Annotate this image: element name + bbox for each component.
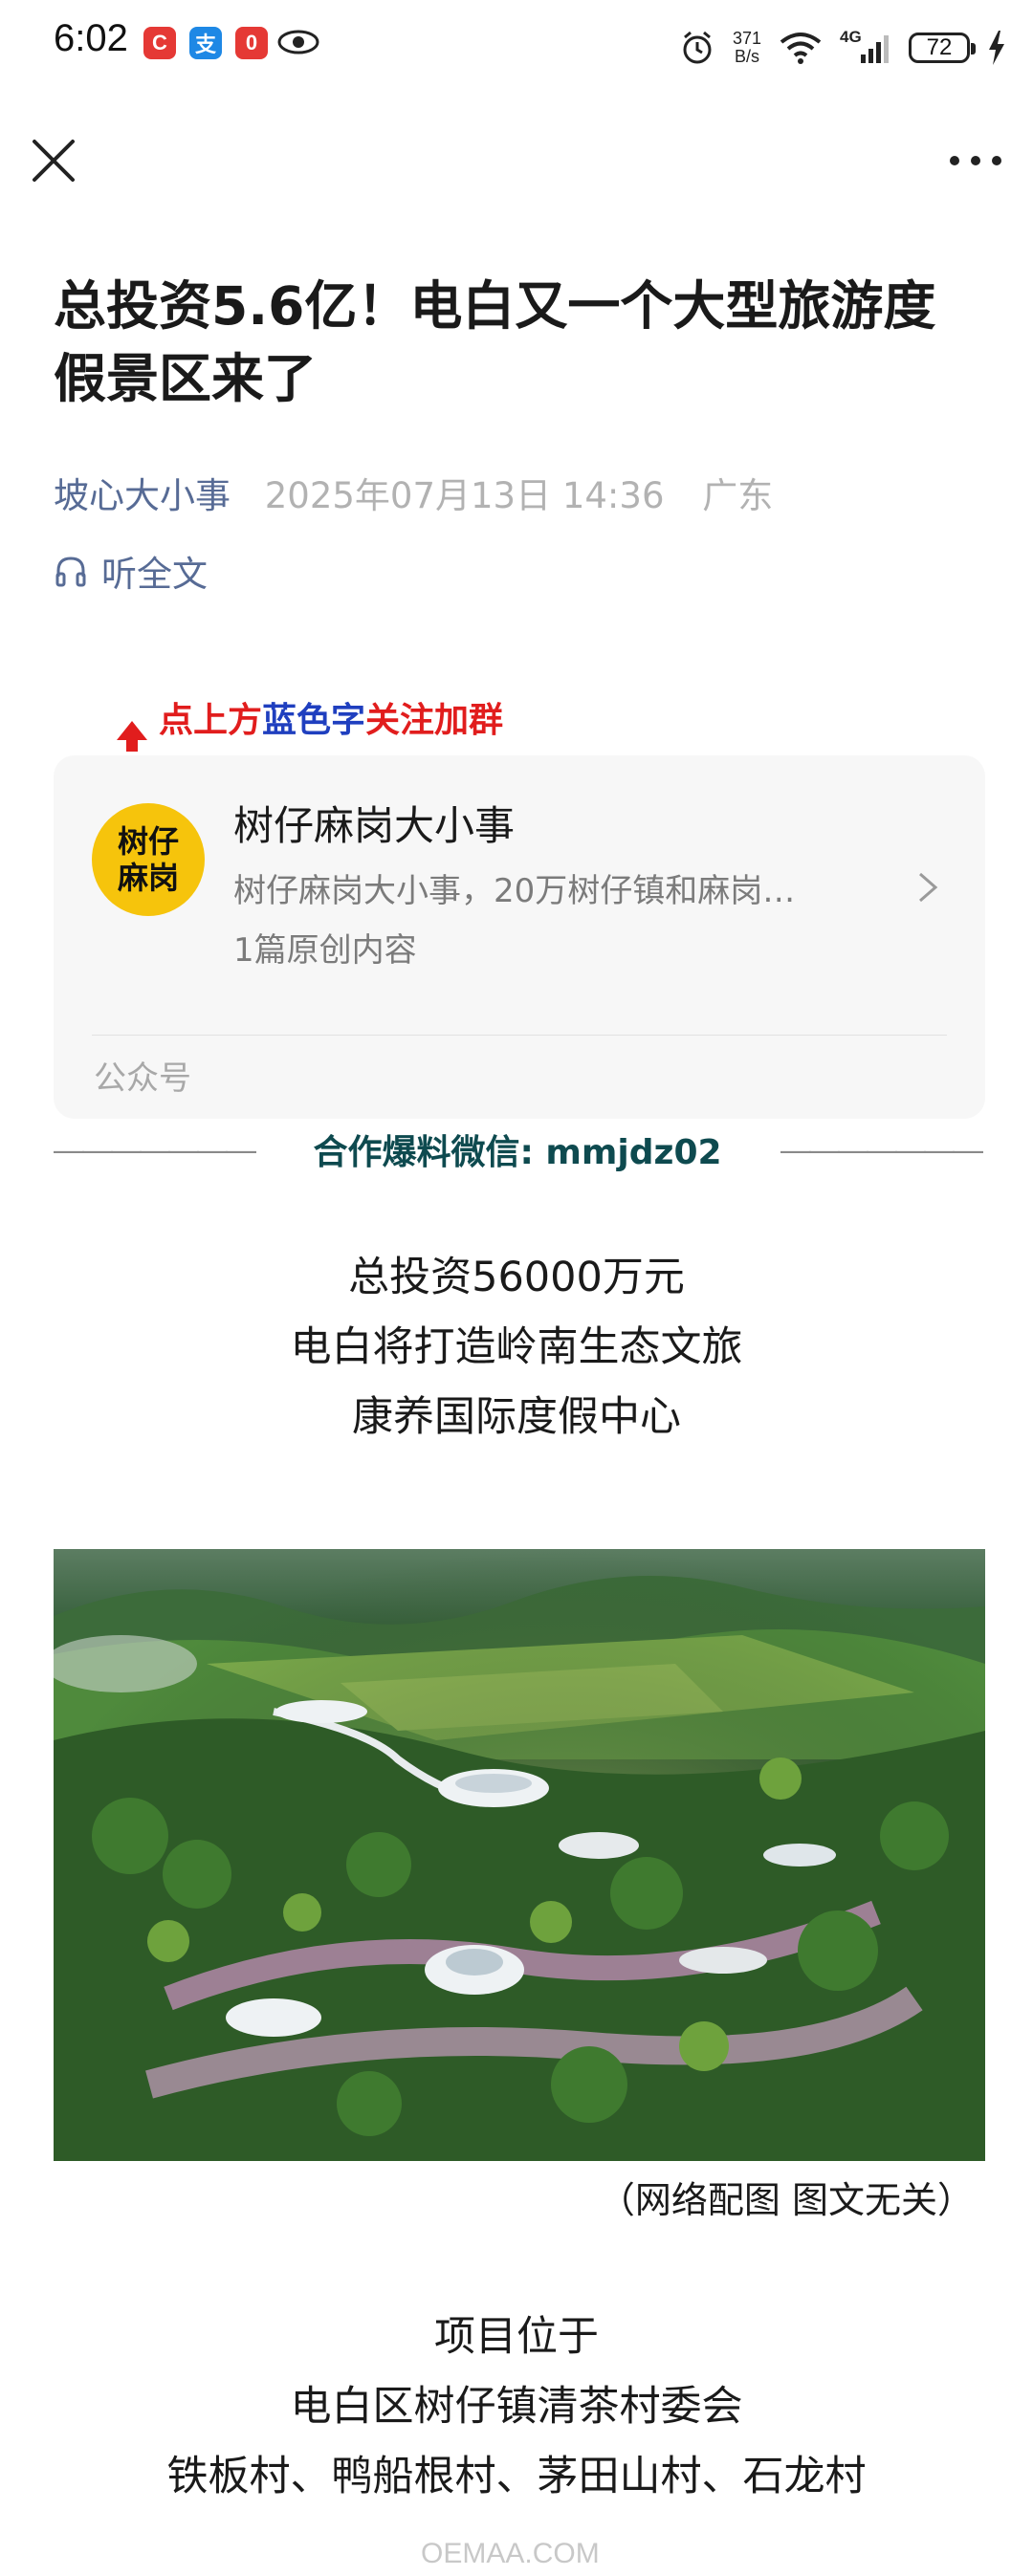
resort-aerial-image[interactable]: [54, 1549, 985, 2161]
aerial-illustration: [54, 1549, 985, 2161]
more-options-icon[interactable]: [945, 134, 1006, 187]
intro-block: 总投资56000万元 电白将打造岭南生态文旅 康养国际度假中心: [290, 1254, 743, 1441]
article-meta: 坡心大小事 2025年07月13日 14:36 广东: [54, 467, 773, 518]
divider-dashes-right: ———————: [780, 1131, 983, 1167]
contact-line: ——————— 合作爆料微信: mmjdz02 ———————: [54, 1123, 983, 1176]
account-avatar: 树仔 麻岗: [92, 803, 205, 916]
author-link[interactable]: 坡心大小事: [54, 475, 231, 516]
location-block: 项目位于 电白区树仔镇清茶村委会 铁板村、鸭船根村、茅田山村、石龙村: [166, 2313, 867, 2500]
account-name: 树仔麻岗大小事: [233, 802, 516, 849]
status-right-group: 371 B/s 4G 72: [679, 19, 1006, 76]
close-icon[interactable]: [27, 134, 80, 187]
network-speed: 371 B/s: [732, 29, 761, 66]
c-app-icon: C: [143, 27, 176, 59]
image-caption: （网络配图 图文无关）: [598, 2179, 974, 2221]
listen-button[interactable]: 听全文: [54, 545, 208, 597]
chevron-right-icon: [919, 872, 938, 903]
watermark: OEMAA.COM: [421, 2538, 600, 2569]
eye-icon: [277, 30, 319, 55]
contact-wechat: 合作爆料微信: mmjdz02: [313, 1133, 722, 1172]
battery-indicator: 72: [909, 33, 976, 63]
headphones-icon: [55, 557, 86, 587]
divider: [92, 1035, 947, 1036]
account-type-label: 公众号: [94, 1059, 191, 1098]
article-title: 总投资5.6亿！电白又一个大型旅游度假景区来了: [54, 275, 936, 409]
status-time: 6:02: [54, 17, 128, 59]
listen-label: 听全文: [101, 554, 208, 595]
divider-dashes-left: ———————: [54, 1131, 256, 1167]
publish-location: 广东: [702, 475, 774, 516]
account-card[interactable]: 树仔 麻岗 树仔麻岗大小事 树仔麻岗大小事，20万树仔镇和麻岗… 1篇原创内容 …: [54, 755, 985, 1119]
status-bar: 6:02 C 支 0 371 B/s 4G 72: [0, 0, 1033, 96]
alipay-icon: 支: [189, 27, 222, 59]
follow-prompt: 点上方蓝色字关注加群: [159, 701, 504, 740]
cellular-signal-icon: 4G: [840, 28, 891, 66]
account-description: 树仔麻岗大小事，20万树仔镇和麻岗…: [233, 872, 796, 910]
up-arrow-icon: [117, 721, 147, 752]
wifi-icon: [780, 33, 822, 64]
notification-app-icon: 0: [235, 27, 268, 59]
charging-icon: [989, 31, 1004, 65]
alarm-icon: [683, 31, 712, 64]
publish-date: 2025年07月13日 14:36: [264, 475, 665, 516]
original-content-count: 1篇原创内容: [233, 931, 417, 970]
